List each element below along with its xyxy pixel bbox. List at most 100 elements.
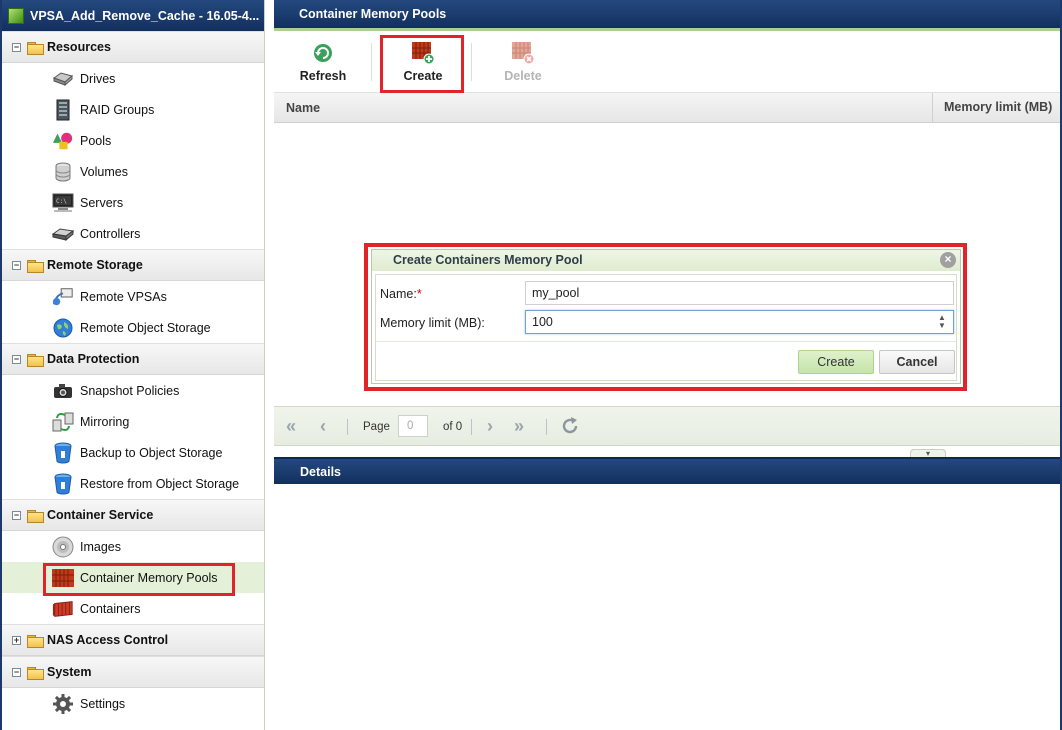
pager-divider — [471, 419, 472, 435]
close-icon[interactable]: × — [940, 252, 956, 268]
sidebar-item-label: Volumes — [80, 164, 128, 179]
collapse-toggle-icon[interactable]: − — [12, 667, 21, 677]
vpsa-logo-icon — [8, 7, 24, 24]
group-label: Container Service — [47, 508, 154, 522]
bucket-icon — [52, 473, 74, 495]
next-page-icon[interactable]: › — [487, 417, 493, 435]
mirroring-icon — [52, 411, 74, 433]
sidebar-item-pools[interactable]: Pools — [2, 125, 264, 156]
group-system[interactable]: − System — [2, 656, 264, 688]
sidebar-item-backup-to-object-storage[interactable]: Backup to Object Storage — [2, 437, 264, 468]
sidebar-item-volumes[interactable]: Volumes — [2, 156, 264, 187]
sidebar-item-label: Backup to Object Storage — [80, 445, 223, 460]
expand-toggle-icon[interactable]: + — [12, 635, 21, 645]
required-marker: * — [416, 287, 422, 301]
dialog-title-bar[interactable]: Create Containers Memory Pool × — [372, 250, 960, 271]
name-field-label: Name:* — [380, 287, 422, 301]
toolbar-divider — [471, 43, 472, 81]
raid-icon — [52, 99, 74, 121]
refresh-button[interactable]: Refresh — [283, 31, 363, 93]
sidebar-item-settings[interactable]: Settings — [2, 688, 264, 719]
page-number-input[interactable]: 0 — [398, 415, 428, 437]
group-label: NAS Access Control — [47, 633, 169, 647]
sidebar-item-label: Restore from Object Storage — [80, 476, 240, 491]
container-icon — [52, 598, 74, 620]
sidebar-item-label: Container Memory Pools — [80, 570, 218, 585]
name-label-text: Name: — [380, 287, 417, 301]
group-container-service[interactable]: − Container Service — [2, 499, 264, 531]
dialog-create-button[interactable]: Create — [798, 350, 874, 374]
name-input[interactable]: my_pool — [525, 281, 954, 305]
pager-divider — [546, 419, 547, 435]
disc-icon — [52, 536, 74, 558]
sidebar-item-container-memory-pools[interactable]: Container Memory Pools — [2, 562, 264, 596]
collapse-toggle-icon[interactable]: − — [12, 354, 21, 364]
sidebar-item-controllers[interactable]: Controllers — [2, 218, 264, 249]
pagination-bar: « ‹ Page 0 of 0 › » — [274, 406, 1060, 446]
volumes-icon — [52, 161, 74, 183]
spinner-arrows-icon[interactable]: ▲ ▼ — [937, 314, 947, 330]
group-resources[interactable]: − Resources — [2, 31, 264, 63]
first-page-icon[interactable]: « — [286, 417, 296, 435]
vpsa-title: VPSA_Add_Remove_Cache - 16.05-4... — [30, 8, 260, 23]
group-remote-storage[interactable]: − Remote Storage — [2, 249, 264, 281]
folder-icon — [27, 353, 44, 367]
column-header-name[interactable]: Name — [286, 101, 320, 115]
memory-limit-input[interactable]: 100 ▲ ▼ — [525, 310, 954, 334]
group-data-protection[interactable]: − Data Protection — [2, 343, 264, 375]
gear-icon — [52, 693, 74, 715]
group-nas-access-control[interactable]: + NAS Access Control — [2, 624, 264, 656]
sidebar-item-restore-from-object-storage[interactable]: Restore from Object Storage — [2, 468, 264, 499]
vpsa-title-bar[interactable]: VPSA_Add_Remove_Cache - 16.05-4... — [2, 0, 264, 31]
drive-icon — [52, 68, 74, 90]
previous-page-icon[interactable]: ‹ — [320, 417, 326, 435]
sidebar-item-servers[interactable]: C:\ Servers — [2, 187, 264, 218]
sidebar-item-label: Images — [80, 539, 121, 554]
memory-pool-icon — [52, 567, 74, 589]
folder-icon — [27, 259, 44, 273]
controllers-icon — [52, 223, 74, 245]
sidebar-item-drives[interactable]: Drives — [2, 63, 264, 94]
sidebar-item-snapshot-policies[interactable]: Snapshot Policies — [2, 375, 264, 406]
dialog-title: Create Containers Memory Pool — [393, 253, 583, 267]
group-label: Remote Storage — [47, 258, 143, 272]
column-header-memory-limit[interactable]: Memory limit (MB) — [932, 93, 1062, 123]
delete-button[interactable]: Delete — [483, 31, 563, 93]
sidebar-item-label: Containers — [80, 601, 141, 616]
sidebar-item-raid-groups[interactable]: RAID Groups — [2, 94, 264, 125]
sidebar-item-label: Remote VPSAs — [80, 289, 167, 304]
collapse-toggle-icon[interactable]: − — [12, 510, 21, 520]
sidebar-item-label: Snapshot Policies — [80, 383, 180, 398]
pager-divider — [347, 419, 348, 435]
page-label: Page — [363, 421, 390, 433]
sidebar-item-mirroring[interactable]: Mirroring — [2, 406, 264, 437]
sidebar-item-containers[interactable]: Containers — [2, 593, 264, 624]
create-pool-dialog: Create Containers Memory Pool × Name:* m… — [371, 249, 961, 384]
collapse-toggle-icon[interactable]: − — [12, 260, 21, 270]
collapse-toggle-icon[interactable]: − — [12, 42, 21, 52]
sidebar-item-images[interactable]: Images — [2, 531, 264, 562]
dialog-cancel-button[interactable]: Cancel — [879, 350, 955, 374]
delete-label: Delete — [504, 69, 542, 83]
folder-icon — [27, 41, 44, 55]
toolbar: Refresh Create Delete — [274, 31, 1060, 93]
sidebar-item-label: RAID Groups — [80, 102, 155, 117]
svg-text:C:\: C:\ — [56, 198, 67, 205]
reload-icon[interactable] — [560, 416, 580, 439]
page-title: Container Memory Pools — [274, 0, 1060, 31]
collapse-handle-icon[interactable]: ▾ — [910, 449, 946, 458]
sidebar-item-remote-vpsas[interactable]: Remote VPSAs — [2, 281, 264, 312]
group-label: Resources — [47, 40, 111, 54]
memory-limit-label: Memory limit (MB): — [380, 316, 485, 330]
page-count: of 0 — [443, 421, 463, 433]
toolbar-divider — [371, 43, 372, 81]
camera-icon — [52, 380, 74, 402]
dialog-divider — [376, 341, 956, 342]
sidebar-item-label: Drives — [80, 71, 116, 86]
sidebar-item-label: Settings — [80, 696, 126, 711]
details-title: Details — [274, 457, 1060, 484]
delete-pool-icon — [511, 41, 535, 65]
last-page-icon[interactable]: » — [514, 417, 524, 435]
sidebar-item-remote-object-storage[interactable]: Remote Object Storage — [2, 312, 264, 343]
servers-icon: C:\ — [52, 192, 74, 214]
